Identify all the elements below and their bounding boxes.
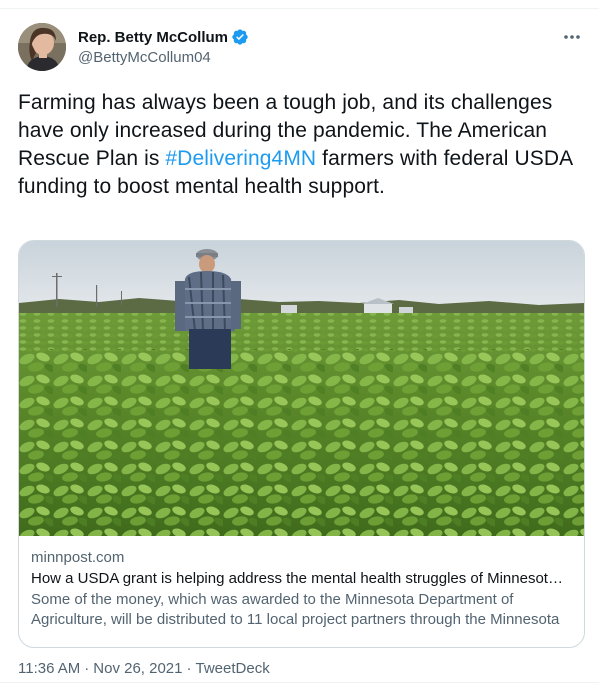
handle[interactable]: @BettyMcCollum04 [78, 49, 249, 66]
card-meta: minnpost.com How a USDA grant is helping… [31, 548, 571, 630]
card-title[interactable]: How a USDA grant is helping address the … [31, 569, 571, 589]
tweet-text: Farming has always been a tough job, and… [18, 89, 584, 201]
tweet-date[interactable]: Nov 26, 2021 [93, 660, 182, 677]
meta-separator: · [84, 660, 90, 677]
avatar-photo-icon [18, 23, 66, 71]
card-description: Some of the money, which was awarded to … [31, 591, 560, 628]
top-divider [0, 8, 599, 9]
name-row: Rep. Betty McCollum [78, 27, 249, 47]
card-domain: minnpost.com [31, 549, 125, 566]
avatar[interactable] [18, 23, 66, 71]
author-block: Rep. Betty McCollum @BettyMcCollum04 [78, 27, 249, 66]
tweet-source[interactable]: TweetDeck [196, 660, 270, 677]
tweet-metadata: 11:36 AM · Nov 26, 2021 · TweetDeck [18, 660, 270, 677]
tweet-time[interactable]: 11:36 AM [18, 660, 80, 677]
link-card[interactable]: minnpost.com How a USDA grant is helping… [18, 240, 585, 648]
meta-separator: · [186, 660, 192, 677]
more-dots-icon[interactable] [562, 27, 582, 47]
verified-badge-icon [231, 28, 249, 46]
hashtag-link[interactable]: #Delivering4MN [165, 147, 316, 170]
tweet-header: Rep. Betty McCollum @BettyMcCollum04 [18, 23, 588, 73]
soybean-field-farmer-photo [19, 241, 584, 536]
display-name[interactable]: Rep. Betty McCollum [78, 29, 228, 46]
